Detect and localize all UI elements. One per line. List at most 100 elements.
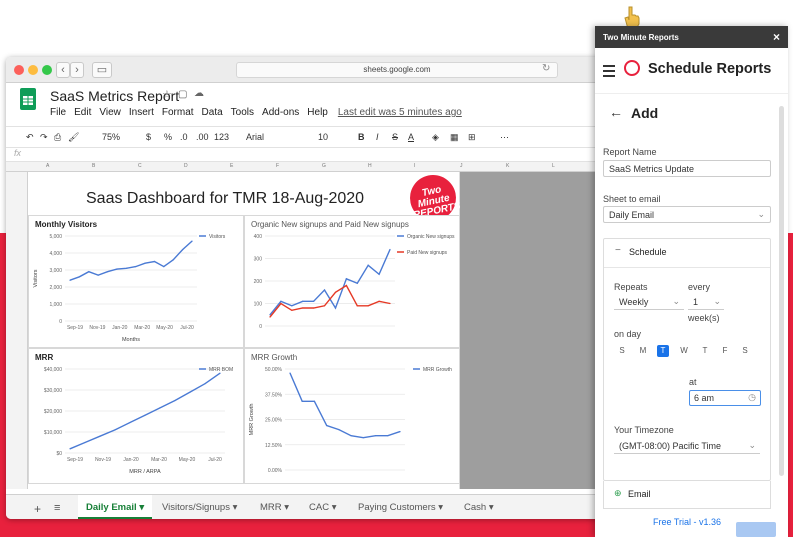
star-icon[interactable]: ☆	[162, 88, 172, 101]
reload-icon[interactable]: ↻	[542, 63, 550, 74]
menu-addons[interactable]: Add-ons	[262, 107, 299, 118]
menu-help[interactable]: Help	[307, 107, 328, 118]
column-header-F[interactable]: F	[276, 163, 279, 169]
y-tick-label: $30,000	[44, 388, 62, 394]
alarm-clock-icon	[624, 60, 640, 76]
column-header-K[interactable]: K	[506, 163, 509, 169]
fill-color-icon[interactable]: ◈	[432, 132, 439, 143]
day-tue-selected[interactable]: T	[657, 345, 669, 357]
report-name-input[interactable]: SaaS Metrics Update	[603, 160, 771, 177]
font-select[interactable]: Arial	[246, 132, 264, 142]
font-size-select[interactable]: 10	[318, 132, 328, 142]
sidebar-toggle-icon[interactable]: ▭	[92, 62, 112, 78]
data-point	[129, 421, 131, 424]
data-point	[144, 262, 146, 264]
decrease-decimal-button[interactable]: .0	[180, 132, 188, 142]
zoom-select[interactable]: 75%	[102, 132, 120, 142]
day-thu[interactable]: T	[699, 345, 711, 357]
data-point	[345, 278, 347, 280]
column-header-H[interactable]: H	[368, 163, 372, 169]
more-options-icon[interactable]: ⋯	[500, 132, 509, 143]
menu-format[interactable]: Format	[162, 107, 194, 118]
tab-cash[interactable]: Cash ▾	[464, 502, 494, 513]
column-header-G[interactable]: G	[322, 163, 326, 169]
chart-mrr-growth[interactable]: MRR Growth 50.00% 37.50% 25.00% 12.50% 0.00%…	[244, 348, 460, 484]
back-arrow-icon[interactable]: ‹	[56, 62, 70, 78]
merge-cells-icon[interactable]: ⊞	[468, 132, 476, 143]
every-select[interactable]: 1 ⌄	[688, 294, 724, 310]
redo-icon[interactable]: ↷	[40, 132, 48, 143]
y-tick-label: 0.00%	[268, 468, 283, 474]
sheet-select[interactable]: Daily Email ⌄	[603, 206, 771, 223]
menu-edit[interactable]: Edit	[74, 107, 91, 118]
close-window-button[interactable]	[14, 65, 24, 75]
tab-cac[interactable]: CAC ▾	[309, 502, 336, 513]
day-sun[interactable]: S	[616, 345, 628, 357]
undo-icon[interactable]: ↶	[26, 132, 34, 143]
timezone-select[interactable]: (GMT-08:00) Pacific Time ⌄	[614, 438, 760, 454]
repeats-select[interactable]: Weekly ⌄	[614, 294, 684, 310]
column-header-D[interactable]: D	[184, 163, 188, 169]
day-fri[interactable]: F	[719, 345, 731, 357]
close-panel-button[interactable]: ×	[773, 30, 780, 44]
menu-tools[interactable]: Tools	[231, 107, 254, 118]
column-header-I[interactable]: I	[414, 163, 415, 169]
all-sheets-icon[interactable]: ≡	[54, 502, 60, 514]
document-title[interactable]: SaaS Metrics Report	[50, 88, 179, 104]
chart-mrr[interactable]: MRR $40,000 $30,000 $20,000 $10,000 $0 Sep-19…	[28, 348, 244, 484]
text-color-button[interactable]: A	[408, 132, 414, 142]
chart-signups[interactable]: Organic New signups and Paid New signups…	[244, 215, 460, 348]
zoom-window-button[interactable]	[42, 65, 52, 75]
percent-button[interactable]: %	[164, 132, 172, 142]
italic-button[interactable]: I	[376, 132, 379, 142]
bold-button[interactable]: B	[358, 132, 365, 142]
column-header-E[interactable]: E	[230, 163, 233, 169]
borders-icon[interactable]: ▦	[450, 132, 459, 143]
save-button[interactable]	[736, 522, 776, 537]
tab-visitors-signups[interactable]: Visitors/Signups ▾	[162, 502, 237, 513]
strikethrough-button[interactable]: S	[392, 132, 398, 142]
data-point	[302, 307, 304, 309]
hamburger-menu-icon[interactable]	[603, 65, 615, 80]
x-tick-label: May-20	[179, 457, 196, 463]
day-mon[interactable]: M	[637, 345, 649, 357]
column-header-B[interactable]: B	[92, 163, 95, 169]
increase-decimal-button[interactable]: .00	[196, 132, 209, 142]
paint-format-icon[interactable]: 🖌	[68, 132, 79, 143]
forward-arrow-icon[interactable]: ›	[70, 62, 84, 78]
menu-insert[interactable]: Insert	[129, 107, 154, 118]
folder-icon[interactable]: ▢	[178, 89, 187, 100]
dashboard-area: Saas Dashboard for TMR 18-Aug-2020 Two M…	[28, 170, 462, 489]
column-header-L[interactable]: L	[552, 163, 555, 169]
menu-data[interactable]: Data	[202, 107, 223, 118]
data-point	[153, 260, 156, 263]
add-sheet-icon[interactable]: +	[34, 502, 41, 516]
time-input[interactable]: 6 am ◷	[689, 390, 761, 406]
day-wed[interactable]: W	[678, 345, 690, 357]
number-format-select[interactable]: 123	[214, 132, 229, 142]
tab-mrr[interactable]: MRR ▾	[260, 502, 289, 513]
schedule-label[interactable]: Schedule	[629, 247, 667, 257]
menu-file[interactable]: File	[50, 107, 66, 118]
formula-bar[interactable]: fx	[6, 148, 604, 162]
currency-button[interactable]: $	[146, 132, 151, 142]
data-point	[144, 414, 146, 416]
back-button[interactable]: ←	[609, 104, 623, 120]
column-header-J[interactable]: J	[460, 163, 463, 169]
panel-scrollbar[interactable]	[779, 106, 784, 476]
url-bar[interactable]: sheets.google.com	[236, 62, 558, 78]
menu-view[interactable]: View	[99, 107, 121, 118]
last-edit-link[interactable]: Last edit was 5 minutes ago	[338, 107, 462, 118]
cloud-icon[interactable]: ☁	[194, 88, 204, 99]
column-header-C[interactable]: C	[138, 163, 142, 169]
day-sat[interactable]: S	[739, 345, 751, 357]
chart-monthly-visitors[interactable]: Monthly Visitors 5,000 4,000 3,000 2,000 1,0…	[28, 215, 244, 348]
minimize-window-button[interactable]	[28, 65, 38, 75]
tab-paying-customers[interactable]: Paying Customers ▾	[358, 502, 443, 513]
print-icon[interactable]: ⎙	[54, 132, 61, 143]
tab-daily-email[interactable]: Daily Email ▾	[78, 495, 153, 519]
data-point	[334, 291, 337, 293]
collapse-icon[interactable]: −	[615, 245, 621, 256]
y-tick-label: 0	[59, 319, 62, 325]
column-header-A[interactable]: A	[46, 163, 49, 169]
